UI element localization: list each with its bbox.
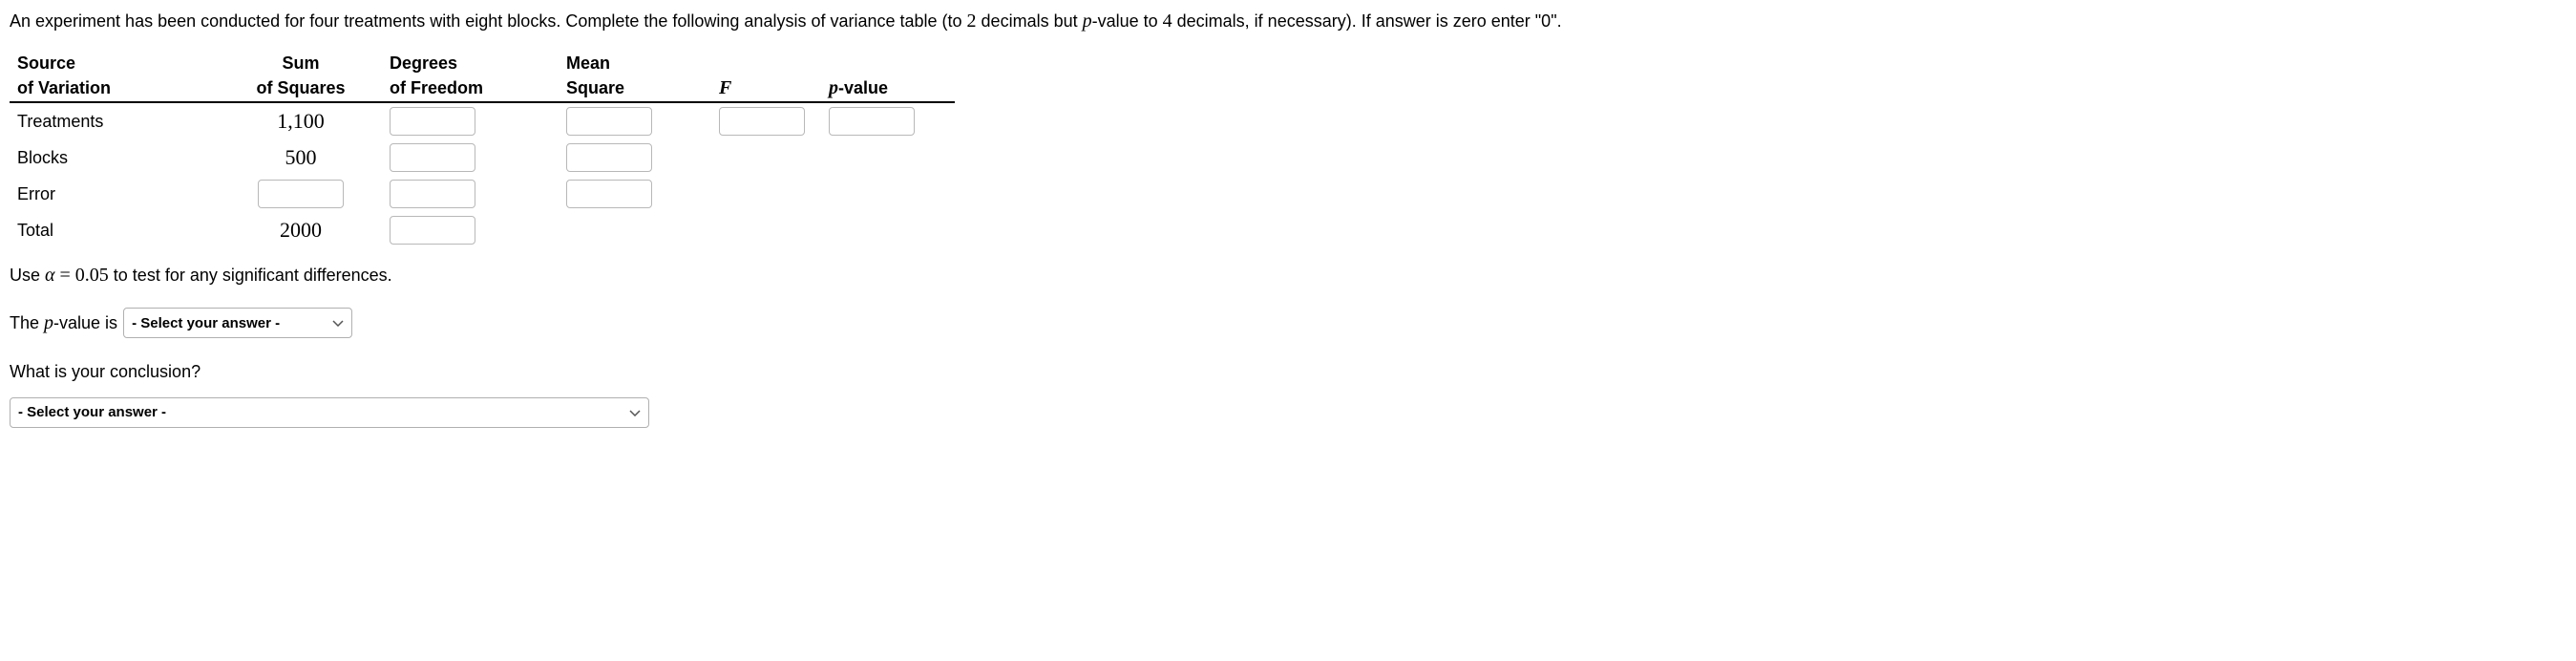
table-row-treatments: Treatments 1,100	[10, 102, 955, 139]
header-ss-1: Sum	[220, 52, 382, 75]
conclusion-question: What is your conclusion?	[10, 353, 2566, 392]
label-treatments: Treatments	[10, 102, 220, 139]
p-treatments-input[interactable]	[829, 107, 915, 136]
header-df-1: Degrees	[382, 52, 559, 75]
ss-blocks: 500	[285, 145, 317, 170]
label-blocks: Blocks	[10, 139, 220, 176]
header-df-2: of Freedom	[382, 75, 559, 102]
df-error-input[interactable]	[390, 180, 475, 208]
pvalue-label: The p-value is	[10, 302, 117, 344]
header-p-1	[821, 52, 955, 75]
df-treatments-input[interactable]	[390, 107, 475, 136]
df-total-input[interactable]	[390, 216, 475, 245]
anova-table: Source Sum Degrees Mean of Variation of …	[10, 52, 955, 248]
label-total: Total	[10, 212, 220, 248]
header-f-2: F	[711, 75, 821, 102]
ms-blocks-input[interactable]	[566, 143, 652, 172]
table-row-total: Total 2000	[10, 212, 955, 248]
header-source-2: of Variation	[10, 75, 220, 102]
header-ss-2: of Squares	[220, 75, 382, 102]
header-source-1: Source	[10, 52, 220, 75]
problem-statement: An experiment has been conducted for fou…	[10, 8, 2566, 34]
conclusion-select[interactable]: - Select your answer -	[10, 397, 649, 428]
ms-treatments-input[interactable]	[566, 107, 652, 136]
alpha-instruction: Use α = 0.05 to test for any significant…	[10, 254, 2566, 296]
f-treatments-input[interactable]	[719, 107, 805, 136]
header-p-2: p-value	[821, 75, 955, 102]
table-row-blocks: Blocks 500	[10, 139, 955, 176]
header-ms-1: Mean	[559, 52, 711, 75]
pvalue-select[interactable]: - Select your answer -	[123, 308, 352, 338]
header-f-1	[711, 52, 821, 75]
ss-treatments: 1,100	[277, 109, 325, 134]
ss-total: 2000	[280, 218, 322, 243]
table-row-error: Error	[10, 176, 955, 212]
label-error: Error	[10, 176, 220, 212]
ms-error-input[interactable]	[566, 180, 652, 208]
df-blocks-input[interactable]	[390, 143, 475, 172]
ss-error-input[interactable]	[258, 180, 344, 208]
header-ms-2: Square	[559, 75, 711, 102]
